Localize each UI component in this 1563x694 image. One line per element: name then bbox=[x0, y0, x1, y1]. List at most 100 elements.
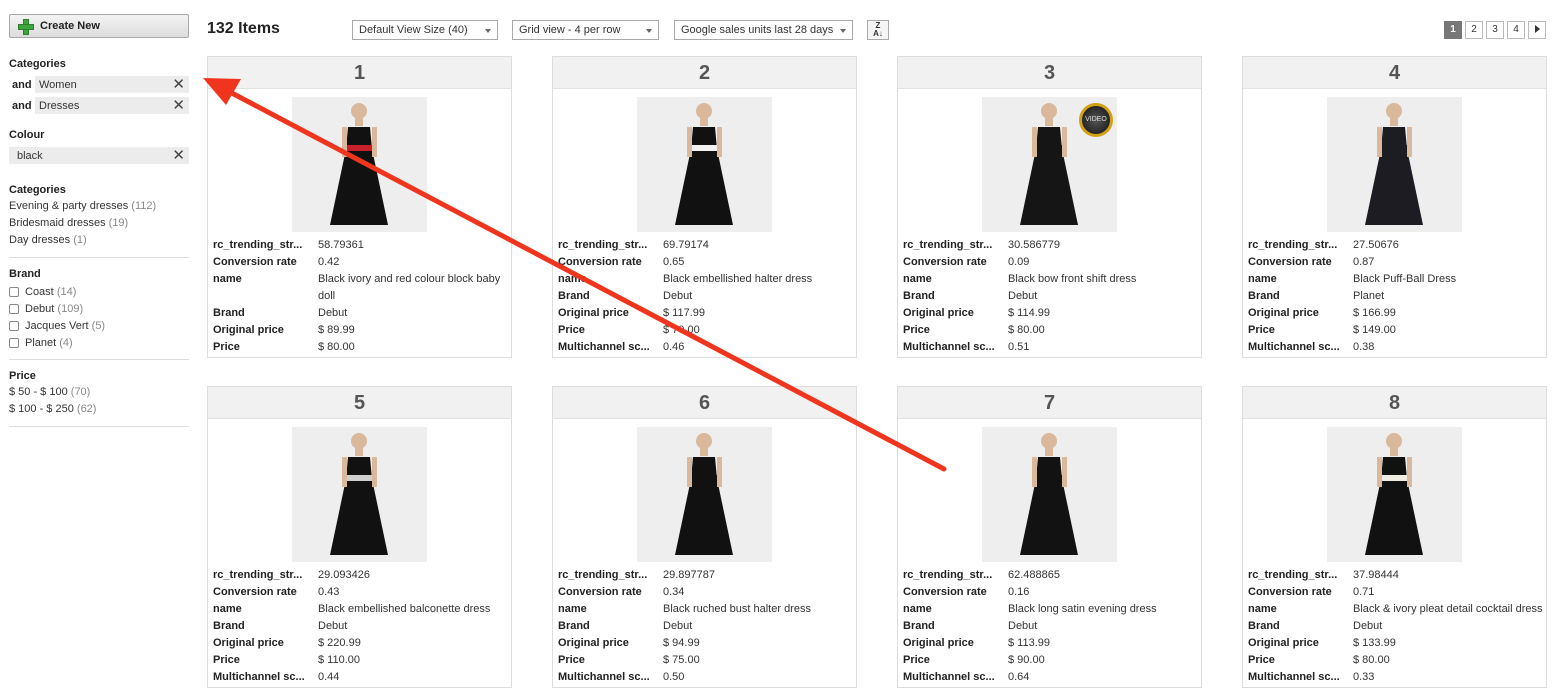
remove-filter-icon[interactable]: ✕ bbox=[172, 77, 185, 92]
attribute-value: Debut bbox=[663, 620, 693, 632]
attribute-value: 62.488865 bbox=[1008, 569, 1060, 581]
sort-select[interactable]: Google sales units last 28 days bbox=[674, 20, 853, 40]
product-image[interactable] bbox=[292, 427, 427, 562]
product-attribute: name Black embellished halter dress bbox=[558, 271, 853, 288]
chevron-down-icon bbox=[840, 29, 846, 33]
attribute-value: 37.98444 bbox=[1353, 569, 1399, 581]
brand-filter-jacques-vert[interactable]: Jacques Vert (5) bbox=[9, 317, 189, 334]
product-attributes: rc_trending_str... 29.897787 Conversion … bbox=[558, 567, 853, 686]
product-card[interactable]: 7 rc_trending_str... 62.488865 Conversio… bbox=[897, 386, 1202, 688]
attribute-key: Original price bbox=[213, 324, 284, 336]
attribute-value: $ 90.00 bbox=[1008, 654, 1045, 666]
product-attribute: Brand Planet bbox=[1248, 288, 1543, 305]
category-link[interactable]: Day dresses (1) bbox=[9, 232, 189, 249]
checkbox[interactable] bbox=[9, 320, 19, 331]
remove-filter-icon[interactable]: ✕ bbox=[172, 98, 185, 113]
product-attribute: name Black long satin evening dress bbox=[903, 601, 1198, 618]
divider bbox=[9, 426, 189, 427]
attribute-key: rc_trending_str... bbox=[213, 239, 303, 251]
attribute-value: $ 220.99 bbox=[318, 637, 361, 649]
product-image[interactable] bbox=[637, 427, 772, 562]
attribute-key: Price bbox=[558, 324, 585, 336]
page-4-button[interactable]: 4 bbox=[1507, 21, 1525, 39]
attribute-key: Conversion rate bbox=[1248, 586, 1332, 598]
page-3-button[interactable]: 3 bbox=[1486, 21, 1504, 39]
sort-z-a-icon[interactable]: Z A↓ bbox=[867, 20, 889, 40]
categories-title: Categories bbox=[9, 184, 66, 196]
grid-view-select[interactable]: Grid view - 4 per row bbox=[512, 20, 659, 40]
next-page-icon[interactable] bbox=[1528, 21, 1546, 39]
attribute-value: $ 75.00 bbox=[663, 654, 700, 666]
checkbox[interactable] bbox=[9, 337, 19, 348]
product-attribute: rc_trending_str... 62.488865 bbox=[903, 567, 1198, 584]
video-badge-icon[interactable]: VIDEO bbox=[1079, 103, 1113, 137]
attribute-key: Original price bbox=[558, 637, 629, 649]
attribute-value: 0.51 bbox=[1008, 341, 1030, 353]
sidebar: Create New Categories and Women ✕ and Dr… bbox=[9, 14, 189, 427]
attribute-key: rc_trending_str... bbox=[1248, 239, 1338, 251]
product-image[interactable] bbox=[292, 97, 427, 232]
attribute-key: name bbox=[1248, 273, 1277, 285]
product-rank: 2 bbox=[553, 57, 856, 89]
price-link[interactable]: $ 50 - $ 100 (70) bbox=[9, 384, 189, 401]
product-attribute: Brand Debut bbox=[213, 618, 508, 635]
attribute-key: Multichannel sc... bbox=[903, 671, 995, 683]
attribute-value: 0.44 bbox=[318, 671, 340, 683]
product-image[interactable]: VIDEO bbox=[982, 97, 1117, 232]
product-attributes: rc_trending_str... 62.488865 Conversion … bbox=[903, 567, 1198, 686]
attribute-key: Original price bbox=[1248, 637, 1319, 649]
category-link[interactable]: Evening & party dresses (112) bbox=[9, 198, 189, 215]
attribute-key: Price bbox=[903, 654, 930, 666]
dress-icon bbox=[637, 97, 772, 232]
attribute-value: 0.71 bbox=[1353, 586, 1375, 598]
attribute-key: Conversion rate bbox=[903, 586, 987, 598]
attribute-key: Brand bbox=[558, 290, 590, 302]
product-card[interactable]: 1 rc_trending_str... 58.79361 Conversion… bbox=[207, 56, 512, 358]
attribute-value: $ 70.00 bbox=[663, 324, 700, 336]
attribute-key: Brand bbox=[1248, 620, 1280, 632]
product-image[interactable] bbox=[982, 427, 1117, 562]
product-image[interactable] bbox=[1327, 427, 1462, 562]
page-2-button[interactable]: 2 bbox=[1465, 21, 1483, 39]
brand-filter-planet[interactable]: Planet (4) bbox=[9, 334, 189, 351]
product-card[interactable]: 2 rc_trending_str... 69.79174 Conversion… bbox=[552, 56, 857, 358]
product-attribute: Conversion rate 0.09 bbox=[903, 254, 1198, 271]
checkbox[interactable] bbox=[9, 303, 19, 314]
active-filter-label: Dresses bbox=[39, 99, 80, 112]
product-attribute: Conversion rate 0.16 bbox=[903, 584, 1198, 601]
product-card[interactable]: 4 rc_trending_str... 27.50676 Conversion… bbox=[1242, 56, 1547, 358]
remove-filter-icon[interactable]: ✕ bbox=[172, 148, 185, 163]
divider bbox=[9, 359, 189, 360]
product-attribute: Multichannel sc... 0.33 bbox=[1248, 669, 1543, 686]
product-image[interactable] bbox=[637, 97, 772, 232]
create-new-button[interactable]: Create New bbox=[9, 14, 189, 38]
product-card[interactable]: 3 VIDEO rc_trending_str... 30.586779 Con… bbox=[897, 56, 1202, 358]
brand-filter-coast[interactable]: Coast (14) bbox=[9, 283, 189, 300]
attribute-value: Debut bbox=[663, 290, 693, 302]
product-attributes: rc_trending_str... 27.50676 Conversion r… bbox=[1248, 237, 1543, 356]
product-attribute: Original price $ 220.99 bbox=[213, 635, 508, 652]
active-filter-row: and Women ✕ bbox=[9, 76, 189, 93]
price-link[interactable]: $ 100 - $ 250 (62) bbox=[9, 401, 189, 418]
product-image[interactable] bbox=[1327, 97, 1462, 232]
view-size-select[interactable]: Default View Size (40) bbox=[352, 20, 498, 40]
active-filter-label: Women bbox=[39, 78, 77, 91]
brand-filter-debut[interactable]: Debut (109) bbox=[9, 300, 189, 317]
attribute-key: Multichannel sc... bbox=[558, 341, 650, 353]
price-title: Price bbox=[9, 370, 36, 382]
checkbox[interactable] bbox=[9, 286, 19, 297]
category-link[interactable]: Bridesmaid dresses (19) bbox=[9, 215, 189, 232]
attribute-key: name bbox=[558, 273, 587, 285]
active-filter-dresses: Dresses ✕ bbox=[35, 97, 189, 114]
product-rank: 6 bbox=[553, 387, 856, 419]
product-card[interactable]: 8 rc_trending_str... 37.98444 Conversion… bbox=[1242, 386, 1547, 688]
attribute-key: rc_trending_str... bbox=[558, 239, 648, 251]
page-1-button[interactable]: 1 bbox=[1444, 21, 1462, 39]
attribute-value: $ 149.00 bbox=[1353, 324, 1396, 336]
attribute-key: Conversion rate bbox=[213, 586, 297, 598]
dress-icon bbox=[637, 427, 772, 562]
attribute-key: Brand bbox=[903, 620, 935, 632]
product-card[interactable]: 6 rc_trending_str... 29.897787 Conversio… bbox=[552, 386, 857, 688]
attribute-value: Black bow front shift dress bbox=[1008, 273, 1137, 285]
product-card[interactable]: 5 rc_trending_str... 29.093426 Conversio… bbox=[207, 386, 512, 688]
